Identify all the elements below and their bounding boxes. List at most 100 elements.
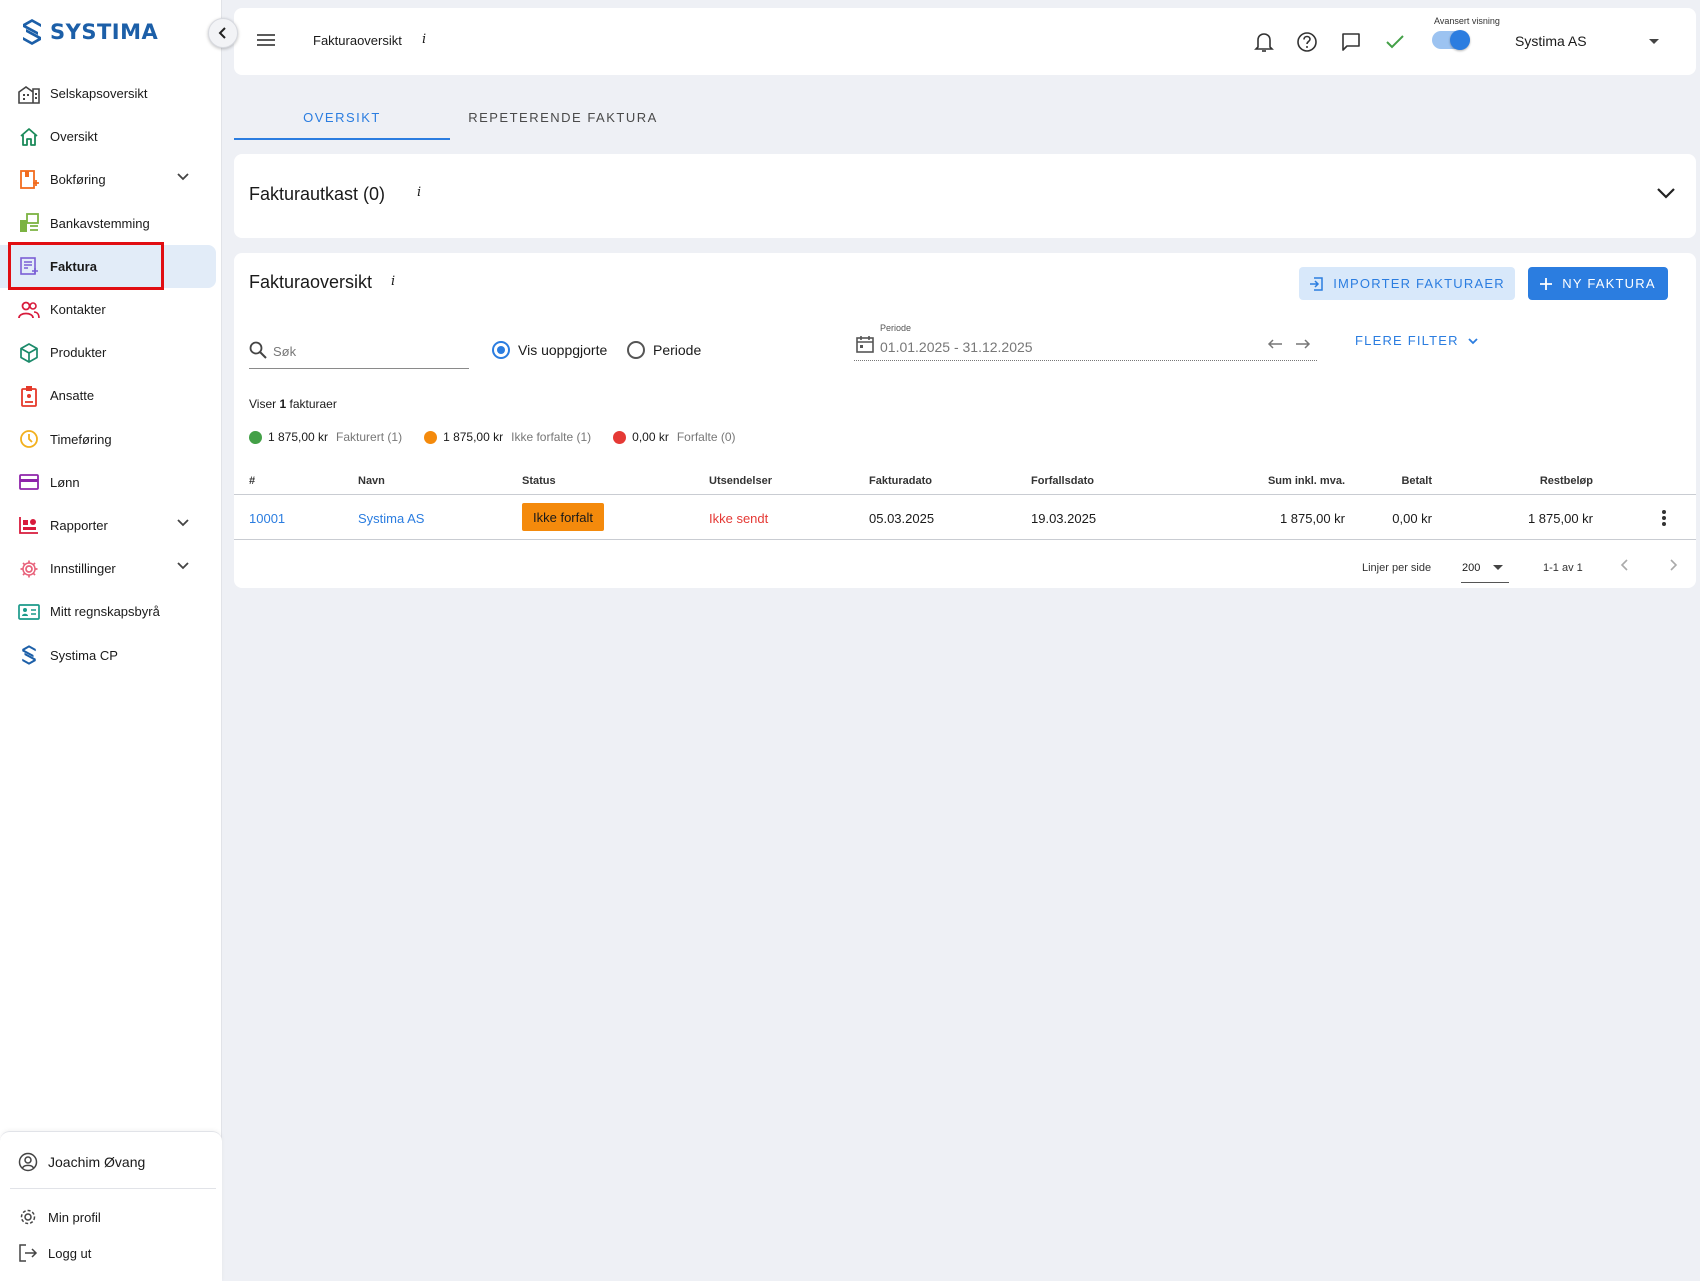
check-icon [1386, 35, 1404, 49]
company-selector[interactable]: Systima AS [1515, 33, 1587, 49]
wallet-icon [18, 471, 40, 493]
arrow-left-icon [1267, 339, 1282, 349]
remaining-amount: 1 875,00 kr [1527, 511, 1593, 526]
sidebar-item-kontakter[interactable]: Kontakter [0, 288, 222, 331]
collapse-sidebar-button[interactable] [208, 18, 238, 48]
sidebar-item-ansatte[interactable]: Ansatte [0, 374, 222, 417]
logo-text: SYSTIMA [50, 20, 159, 44]
logout-link[interactable]: Logg ut [18, 1243, 91, 1263]
chevron-down-icon[interactable] [176, 559, 190, 573]
chevron-right-icon[interactable] [1668, 558, 1678, 572]
help-button[interactable] [1295, 30, 1319, 54]
new-invoice-button[interactable]: NY FAKTURA [1528, 267, 1668, 300]
gear-icon [18, 558, 40, 580]
sidebar-item-mitt-regnskapsbyra[interactable]: Mitt regnskapsbyrå [0, 590, 222, 633]
more-filters-button[interactable]: FLERE FILTER [1355, 333, 1479, 348]
advanced-view-toggle[interactable] [1432, 30, 1470, 50]
legend-label: Ikke forfalte (1) [511, 430, 592, 444]
sidebar: SYSTIMA Selskapsoversikt Oversikt Bokfør… [0, 0, 222, 1281]
chevron-left-icon[interactable] [1620, 558, 1630, 572]
sidebar-item-timeforing[interactable]: Timeføring [0, 418, 222, 461]
caret-down-icon [1493, 565, 1503, 570]
column-header-sum[interactable]: Sum inkl. mva. [1234, 475, 1345, 487]
more-filters-label: FLERE FILTER [1355, 333, 1459, 348]
caret-down-icon[interactable] [1648, 38, 1660, 46]
info-icon[interactable]: i [422, 32, 426, 47]
chat-button[interactable] [1339, 30, 1363, 54]
radio-vis-uoppgjorte[interactable]: Vis uoppgjorte [492, 341, 607, 359]
chevron-left-icon [218, 27, 226, 39]
user-name-row[interactable]: Joachim Øvang [18, 1152, 145, 1172]
info-icon[interactable]: i [391, 274, 395, 289]
logout-icon [19, 1244, 38, 1262]
sidebar-item-label: Lønn [50, 474, 80, 490]
more-options-icon[interactable] [1661, 509, 1667, 527]
customer-name-link[interactable]: Systima AS [358, 511, 424, 526]
sending-status: Ikke sendt [709, 511, 769, 526]
systima-logo-icon [23, 19, 41, 45]
legend-label: Forfalte (0) [676, 430, 736, 444]
buildings-icon [18, 83, 40, 105]
account-circle-icon [18, 1152, 38, 1172]
sidebar-item-bankavstemming[interactable]: Bankavstemming [0, 202, 222, 245]
sidebar-item-faktura[interactable]: Faktura [0, 244, 216, 288]
id-card-icon [18, 601, 40, 623]
previous-period-button[interactable] [1267, 337, 1283, 355]
chat-icon [1342, 33, 1360, 51]
column-header-utsendelser[interactable]: Utsendelser [709, 475, 772, 487]
info-icon[interactable]: i [417, 185, 421, 200]
table-row[interactable]: 10001 Systima AS Ikke forfalt Ikke sendt… [234, 496, 1696, 540]
my-profile-link[interactable]: Min profil [18, 1207, 101, 1227]
import-invoices-button[interactable]: IMPORTER FAKTURAER [1299, 267, 1515, 300]
pagination: Linjer per side 200 1-1 av 1 [234, 541, 1696, 588]
column-header-navn[interactable]: Navn [358, 475, 385, 487]
rows-per-page-select[interactable]: 200 [1461, 556, 1509, 583]
bell-icon [1254, 33, 1274, 52]
summary-prefix: Viser [249, 397, 277, 411]
sidebar-item-selskapsoversikt[interactable]: Selskapsoversikt [0, 72, 222, 115]
sidebar-item-lonn[interactable]: Lønn [0, 461, 222, 504]
drafts-card: Fakturautkast (0) i [234, 154, 1696, 238]
home-icon [18, 126, 40, 148]
legend-label: Fakturert (1) [336, 430, 403, 444]
due-date: 19.03.2025 [1031, 511, 1097, 526]
sidebar-item-innstillinger[interactable]: Innstillinger [0, 547, 222, 590]
period-picker[interactable]: Periode 01.01.2025 - 31.12.2025 [854, 323, 1317, 361]
tab-repeterende-faktura[interactable]: REPETERENDE FAKTURA [458, 100, 668, 140]
column-header-betalt[interactable]: Betalt [1354, 475, 1432, 487]
systima-logo[interactable]: SYSTIMA [20, 18, 158, 46]
search-input[interactable] [273, 339, 463, 363]
status-badge: Ikke forfalt [522, 503, 604, 531]
chevron-down-icon[interactable] [1656, 186, 1676, 200]
radio-periode[interactable]: Periode [627, 341, 701, 359]
ledger-icon [18, 169, 40, 191]
column-header-status[interactable]: Status [522, 475, 556, 487]
sidebar-item-oversikt[interactable]: Oversikt [0, 115, 222, 158]
column-header-num[interactable]: # [249, 475, 255, 487]
column-header-restbelop[interactable]: Restbeløp [1494, 475, 1593, 487]
calendar-icon [856, 336, 874, 353]
invoice-count-summary: Viser 1 fakturaer [249, 397, 337, 411]
sidebar-item-rapporter[interactable]: Rapporter [0, 504, 222, 547]
notifications-button[interactable] [1252, 30, 1276, 54]
user-panel: Joachim Øvang Min profil Logg ut [0, 1131, 222, 1281]
bank-reconcile-icon [18, 212, 40, 234]
chevron-down-icon [1468, 337, 1478, 344]
column-header-fakturadato[interactable]: Fakturadato [869, 475, 932, 487]
sidebar-item-produkter[interactable]: Produkter [0, 331, 222, 374]
tab-oversikt[interactable]: OVERSIKT [234, 100, 450, 140]
menu-button[interactable] [256, 32, 276, 53]
column-header-forfallsdato[interactable]: Forfallsdato [1031, 475, 1094, 487]
sidebar-item-systima-cp[interactable]: Systima CP [0, 633, 222, 676]
sidebar-item-label: Rapporter [50, 517, 108, 533]
radio-label: Periode [653, 342, 702, 358]
sidebar-item-bokforing[interactable]: Bokføring [0, 158, 222, 201]
chevron-down-icon[interactable] [176, 170, 190, 184]
chevron-down-icon[interactable] [176, 516, 190, 530]
invoice-number-link[interactable]: 10001 [249, 511, 285, 526]
search-field [249, 333, 469, 369]
next-period-button[interactable] [1295, 337, 1311, 355]
gear-icon [20, 1209, 36, 1225]
legend-amount: 0,00 kr [632, 430, 669, 444]
sidebar-item-label: Faktura [50, 258, 97, 274]
